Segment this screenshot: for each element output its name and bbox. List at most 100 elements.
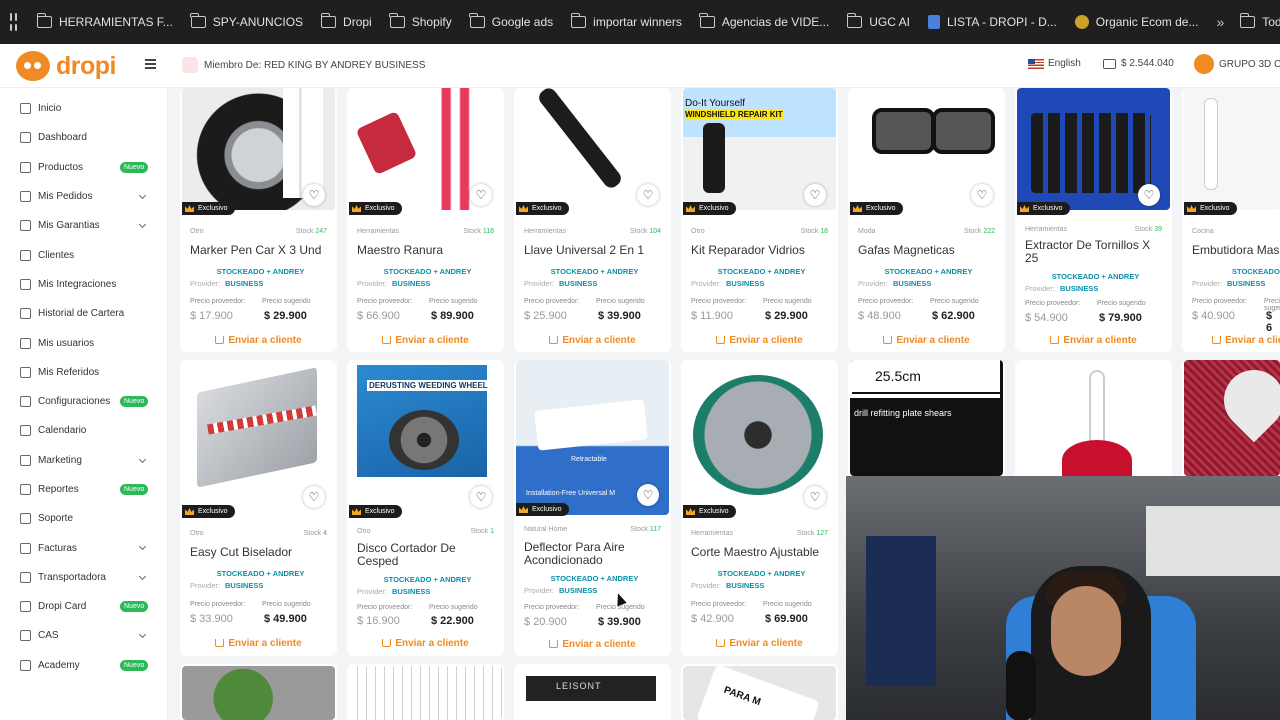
bookmarks-overflow-button[interactable]: » [1216, 14, 1224, 30]
price-provider: $ 25.900 [524, 310, 567, 322]
product-card[interactable]: PARA M [681, 664, 838, 720]
bookmark-dropi[interactable]: Dropi [320, 13, 372, 29]
product-card[interactable]: ♡ Exclusivo Herramientas Stock 39 Extrac… [1015, 88, 1172, 352]
sidebar-item-facturas[interactable]: Facturas [0, 533, 167, 562]
sidebar-item-dashboard[interactable]: Dashboard [0, 123, 167, 152]
apps-grid-icon[interactable] [10, 13, 17, 31]
sidebar-item-productos[interactable]: Productos Nuevo [0, 153, 167, 182]
product-image[interactable]: 25.5cm drill refitting plate shears [850, 360, 1003, 476]
product-image[interactable] [349, 666, 502, 720]
language-selector[interactable]: English [1028, 58, 1081, 69]
bookmark-organic-ecom[interactable]: Organic Ecom de... [1074, 15, 1198, 29]
sidebar-item-marketing[interactable]: Marketing [0, 446, 167, 475]
sidebar-item-soporte[interactable]: Soporte [0, 504, 167, 533]
sidebar-item-mis-referidos[interactable]: Mis Referidos [0, 358, 167, 387]
product-title[interactable]: Gafas Magneticas [858, 244, 997, 257]
send-to-client-button[interactable]: Enviar a cliente [180, 638, 337, 649]
heart-icon[interactable]: ♡ [303, 486, 325, 508]
heart-icon[interactable]: ♡ [1138, 184, 1160, 206]
product-card[interactable] [1182, 360, 1280, 476]
product-title[interactable]: Extractor De Tornillos X 25 [1025, 239, 1164, 265]
bookmark-shopify[interactable]: Shopify [389, 13, 452, 29]
product-title[interactable]: Marker Pen Car X 3 Und [190, 244, 329, 257]
sidebar-item-reportes[interactable]: Reportes Nuevo [0, 475, 167, 504]
sidebar-item-inicio[interactable]: Inicio [0, 94, 167, 123]
sidebar-item-mis-pedidos[interactable]: Mis Pedidos [0, 182, 167, 211]
sidebar-item-mis-usuarios[interactable]: Mis usuarios [0, 328, 167, 357]
bookmark-agencias[interactable]: Agencias de VIDE... [699, 13, 829, 29]
group-selector[interactable]: GRUPO 3D C [1194, 54, 1280, 74]
send-to-client-button[interactable]: Enviar a cliente [848, 335, 1005, 346]
product-card[interactable]: Exclusivo Cocina Embutidora Mas STOCKEAD… [1182, 88, 1280, 352]
product-title[interactable]: Kit Reparador Vidrios [691, 244, 830, 257]
bookmark-herramientas[interactable]: HERRAMIENTAS F... [36, 13, 173, 29]
sidebar-item-dropi-card[interactable]: Dropi Card Nuevo [0, 592, 167, 621]
heart-icon[interactable]: ♡ [637, 184, 659, 206]
sidebar-item-calendario[interactable]: Calendario [0, 416, 167, 445]
send-to-client-button[interactable]: Enviar a cliente [514, 335, 671, 346]
bookmark-google-ads[interactable]: Google ads [469, 13, 553, 29]
sidebar-item-cas[interactable]: CAS [0, 621, 167, 650]
product-card[interactable]: ♡ Exclusivo Herramientas Stock 104 Llave… [514, 88, 671, 352]
product-card[interactable] [347, 664, 504, 720]
product-title[interactable]: Deflector Para Aire Acondicionado [524, 541, 663, 567]
product-title[interactable]: Embutidora Mas [1192, 244, 1280, 257]
send-to-client-button[interactable]: Enviar a cliente [681, 638, 838, 649]
product-title[interactable]: Llave Universal 2 En 1 [524, 244, 663, 257]
sidebar-item-clientes[interactable]: Clientes [0, 240, 167, 269]
wallet-balance[interactable]: $ 2.544.040 [1103, 58, 1174, 69]
product-image[interactable] [1184, 88, 1280, 210]
product-card[interactable]: Do-It Yourself WINDSHIELD REPAIR KIT ♡ Ex… [681, 88, 838, 352]
sidebar-item-configuraciones[interactable]: Configuraciones Nuevo [0, 387, 167, 416]
send-to-client-button[interactable]: Enviar a cliente [1015, 335, 1172, 346]
product-image[interactable] [182, 666, 335, 720]
send-to-client-button[interactable]: Enviar a cliente [681, 335, 838, 346]
sidebar-item-mis-integraciones[interactable]: Mis Integraciones [0, 270, 167, 299]
bookmark-todos[interactable]: Todos los [1239, 13, 1280, 29]
send-to-client-button[interactable]: Enviar a cliente [347, 638, 504, 649]
sidebar-item-mis-garantias[interactable]: Mis Garantias [0, 211, 167, 240]
send-to-client-button[interactable]: Enviar a cliente [514, 639, 671, 650]
heart-icon[interactable]: ♡ [637, 484, 659, 506]
product-card[interactable]: Retractable Installation-Free Universal M… [514, 360, 671, 656]
product-title[interactable]: Corte Maestro Ajustable [691, 546, 830, 559]
product-card[interactable]: ♡ Exclusivo Herramientas Stock 127 Corte… [681, 360, 838, 656]
bookmark-spy-anuncios[interactable]: SPY-ANUNCIOS [190, 13, 303, 29]
heart-icon[interactable]: ♡ [971, 184, 993, 206]
product-title[interactable]: Disco Cortador De Cesped [357, 542, 496, 568]
product-card[interactable]: ♡ Exclusivo Otro Stock 247 Marker Pen Ca… [180, 88, 337, 352]
dropi-logo[interactable]: dropi [16, 51, 117, 81]
gear-icon [20, 396, 31, 408]
bookmark-ugc-ai[interactable]: UGC AI [846, 13, 910, 29]
product-card[interactable]: DERUSTING WEEDING WHEEL ♡ Exclusivo Otro… [347, 360, 504, 656]
menu-toggle-icon[interactable] [145, 59, 156, 69]
heart-icon[interactable]: ♡ [303, 184, 325, 206]
heart-icon[interactable]: ♡ [804, 486, 826, 508]
heart-icon[interactable]: ♡ [804, 184, 826, 206]
send-to-client-button[interactable]: Enviar a cliente [1212, 335, 1280, 346]
send-to-client-button[interactable]: Enviar a cliente [347, 335, 504, 346]
product-image[interactable] [1184, 360, 1280, 476]
product-card[interactable]: 25.5cm drill refitting plate shears [848, 360, 1005, 476]
product-image[interactable] [1017, 360, 1170, 476]
product-card[interactable] [180, 664, 337, 720]
product-card[interactable]: ♡ Exclusivo Moda Stock 222 Gafas Magneti… [848, 88, 1005, 352]
send-to-client-button[interactable]: Enviar a cliente [180, 335, 337, 346]
heart-icon[interactable]: ♡ [470, 486, 492, 508]
product-stock: Stock 247 [295, 228, 327, 235]
heart-icon[interactable]: ♡ [470, 184, 492, 206]
product-title[interactable]: Easy Cut Biselador [190, 546, 329, 559]
product-image[interactable]: PARA M [683, 666, 836, 720]
product-card[interactable]: ♡ Exclusivo Otro Stock 4 Easy Cut Bisela… [180, 360, 337, 656]
product-card[interactable] [1015, 360, 1172, 476]
bookmark-lista-dropi[interactable]: LISTA - DROPI - D... [927, 15, 1057, 29]
sidebar-item-transportadora[interactable]: Transportadora [0, 563, 167, 592]
sidebar-item-historial-cartera[interactable]: Historial de Cartera [0, 299, 167, 328]
product-card[interactable]: LEISONT [514, 664, 671, 720]
product-title[interactable]: Maestro Ranura [357, 244, 496, 257]
bookmark-importar-winners[interactable]: importar winners [570, 13, 682, 29]
product-card[interactable]: ♡ Exclusivo Herramientas Stock 118 Maest… [347, 88, 504, 352]
price-suggested: $ 39.900 [598, 310, 641, 322]
product-image[interactable]: LEISONT [516, 666, 669, 720]
sidebar-item-academy[interactable]: Academy Nuevo [0, 651, 167, 680]
